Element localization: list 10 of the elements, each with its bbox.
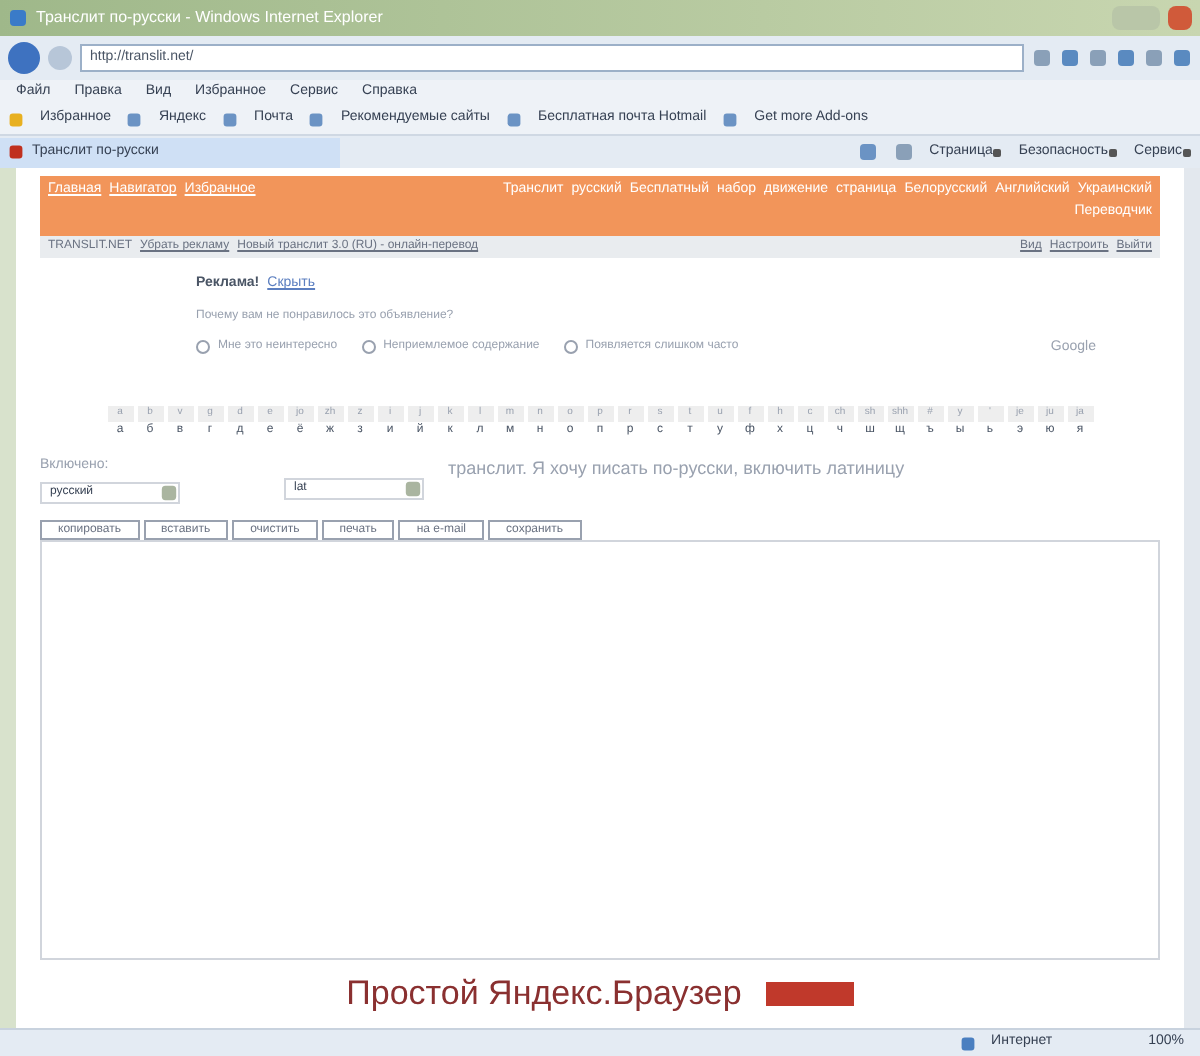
radio-button[interactable] [196, 340, 210, 355]
close-button[interactable] [1168, 6, 1192, 30]
forward-button[interactable] [48, 46, 72, 70]
back-button[interactable] [8, 42, 40, 74]
radio-button[interactable] [361, 340, 376, 355]
banner-text: Простой Яндекс.Браузер [346, 972, 742, 1017]
scrollbar[interactable] [1184, 168, 1200, 1028]
radio-button[interactable] [563, 340, 578, 355]
translit-hint: транслит. Я хочу писать по-русски, включить латиницу [448, 456, 905, 482]
window-title: Транслит по-русски - Windows Internet Explorer [36, 6, 385, 30]
